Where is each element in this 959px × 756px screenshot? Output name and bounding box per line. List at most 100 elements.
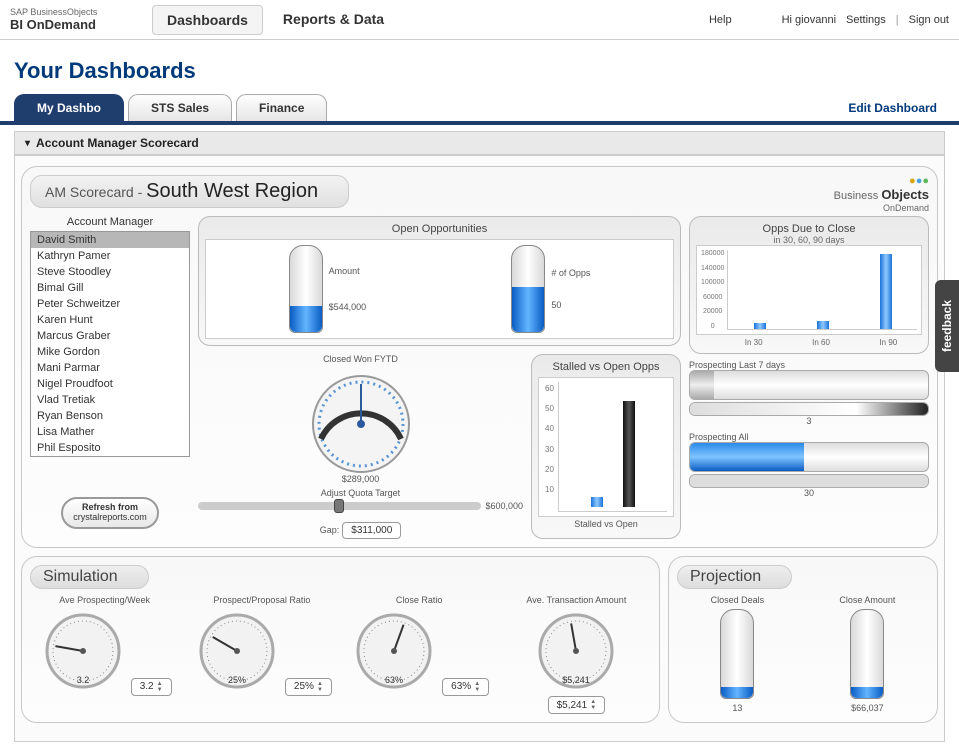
stepper-icon[interactable]: ▲▼: [317, 681, 323, 693]
manager-item[interactable]: Marcus Graber: [31, 328, 189, 344]
opps-due-panel: Opps Due to Close in 30, 60, 90 days 180…: [689, 216, 929, 354]
manager-item[interactable]: Peter Schweitzer: [31, 296, 189, 312]
tab-my-dashboards[interactable]: My Dashbo: [14, 94, 124, 121]
brand-top: SAP BusinessObjects: [10, 7, 140, 17]
in60-bar: [817, 321, 829, 329]
top-nav: Dashboards Reports & Data: [152, 5, 398, 35]
sim-label: Prospect/Proposal Ratio: [187, 595, 336, 607]
closed-won-gauge: [301, 364, 421, 474]
manager-item[interactable]: Bimal Gill: [31, 280, 189, 296]
manager-item[interactable]: Mike Gordon: [31, 344, 189, 360]
prospecting7-val: 3: [689, 416, 929, 426]
sim-gauge: 63%: [349, 609, 439, 689]
stalled-footer: Stalled vs Open: [538, 519, 674, 529]
proj-value: $66,037: [839, 703, 895, 713]
adjust-quota-label: Adjust Quota Target: [198, 488, 523, 498]
closed-won-value: $289,000: [198, 474, 523, 484]
stepper-icon[interactable]: ▲▼: [590, 699, 596, 711]
collapse-icon: ▾: [25, 138, 30, 149]
manager-item[interactable]: Lisa Mather: [31, 424, 189, 440]
sim-gauge: $5,241: [531, 609, 621, 689]
brand-logo: SAP BusinessObjects BI OnDemand: [10, 7, 140, 32]
edit-dashboard-link[interactable]: Edit Dashboard: [848, 101, 937, 115]
sim-label: Close Ratio: [345, 595, 494, 607]
brand-bottom: BI OnDemand: [10, 17, 140, 32]
stalled-title: Stalled vs Open Opps: [538, 361, 674, 373]
prospecting-all-val: 30: [689, 488, 929, 498]
manager-list: David SmithKathryn PamerSteve StoodleyBi…: [30, 231, 190, 457]
svg-text:$5,241: $5,241: [563, 675, 591, 685]
proj-label: Closed Deals: [711, 595, 765, 607]
tab-sts-sales[interactable]: STS Sales: [128, 94, 232, 121]
gap-value: $311,000: [342, 522, 401, 539]
opps-due-title: Opps Due to Close: [696, 223, 922, 235]
simulation-title: Simulation: [30, 565, 149, 589]
sim-input[interactable]: 25%▲▼: [285, 678, 332, 696]
sim-input[interactable]: $5,241▲▼: [548, 696, 606, 714]
manager-item[interactable]: David Smith: [31, 232, 189, 248]
stalled-bar: [591, 497, 603, 507]
proj-label: Close Amount: [839, 595, 895, 607]
prospecting-all-bar: [689, 442, 929, 472]
quota-slider[interactable]: [198, 502, 481, 510]
open-opps-title: Open Opportunities: [205, 223, 674, 235]
dashboard-body: AM Scorecard - South West Region ●●● Bus…: [14, 155, 945, 742]
manager-item[interactable]: Phil Esposito: [31, 440, 189, 456]
sim-gauge: 25%: [192, 609, 282, 689]
amount-label: Amount: [329, 266, 367, 276]
page-title: Your Dashboards: [14, 58, 945, 84]
quota-max: $600,000: [485, 501, 523, 511]
tab-finance[interactable]: Finance: [236, 94, 327, 121]
proj-value: 13: [711, 703, 765, 713]
svg-text:25%: 25%: [228, 675, 246, 685]
accordion-title: Account Manager Scorecard: [36, 136, 199, 150]
stepper-icon[interactable]: ▲▼: [157, 681, 163, 693]
prospecting-7-panel: Prospecting Last 7 days 3: [689, 360, 929, 426]
prospecting7-bar: [689, 370, 929, 400]
svg-text:3.2: 3.2: [76, 675, 89, 685]
count-label: # of Opps: [551, 268, 590, 278]
amount-value: $544,000: [329, 302, 367, 312]
nav-reports[interactable]: Reports & Data: [269, 5, 398, 35]
scorecard-prefix: AM Scorecard -: [45, 184, 142, 200]
refresh-button[interactable]: Refresh fromcrystalreports.com: [61, 497, 159, 529]
opps-due-sub: in 30, 60, 90 days: [696, 235, 922, 245]
settings-link[interactable]: Settings: [846, 14, 886, 26]
manager-item[interactable]: Steve Stoodley: [31, 264, 189, 280]
scorecard-region: South West Region: [146, 180, 318, 202]
stepper-icon[interactable]: ▲▼: [474, 681, 480, 693]
tab-row: My Dashbo STS Sales Finance Edit Dashboa…: [0, 94, 959, 125]
greeting: Hi giovanni: [782, 14, 836, 26]
manager-item[interactable]: Kathryn Pamer: [31, 248, 189, 264]
stalled-panel: Stalled vs Open Opps 605040302010 Stalle…: [531, 354, 681, 539]
count-value: 50: [551, 300, 590, 310]
manager-item[interactable]: Mani Parmar: [31, 360, 189, 376]
projection-title: Projection: [677, 565, 792, 589]
top-links: Help Hi giovanni Settings | Sign out: [709, 14, 949, 26]
prospecting-all-title: Prospecting All: [689, 432, 929, 442]
nav-dashboards[interactable]: Dashboards: [152, 5, 263, 35]
signout-link[interactable]: Sign out: [909, 14, 949, 26]
in30-bar: [754, 323, 766, 329]
open-bar: [623, 401, 635, 507]
feedback-tab[interactable]: feedback: [935, 280, 959, 372]
sim-label: Ave Prospecting/Week: [30, 595, 179, 607]
open-opportunities-panel: Open Opportunities Amount $544,000: [198, 216, 681, 346]
sim-input[interactable]: 63%▲▼: [442, 678, 489, 696]
manager-list-title: Account Manager: [30, 216, 190, 228]
prospecting-all-panel: Prospecting All 30: [689, 432, 929, 498]
manager-item[interactable]: Vlad Tretiak: [31, 392, 189, 408]
gap-label: Gap:: [320, 525, 340, 535]
sim-input[interactable]: 3.2▲▼: [131, 678, 172, 696]
manager-item[interactable]: Nigel Proudfoot: [31, 376, 189, 392]
manager-item[interactable]: Karen Hunt: [31, 312, 189, 328]
accordion-header[interactable]: ▾ Account Manager Scorecard: [14, 131, 945, 155]
svg-text:63%: 63%: [385, 675, 403, 685]
help-link[interactable]: Help: [709, 14, 732, 26]
sim-gauge: 3.2: [38, 609, 128, 689]
sim-label: Ave. Transaction Amount: [502, 595, 651, 607]
prospecting7-title: Prospecting Last 7 days: [689, 360, 929, 370]
manager-item[interactable]: Ryan Benson: [31, 408, 189, 424]
closed-won-title: Closed Won FYTD: [198, 354, 523, 364]
businessobjects-logo: ●●● Business Objects OnDemand: [834, 175, 929, 214]
